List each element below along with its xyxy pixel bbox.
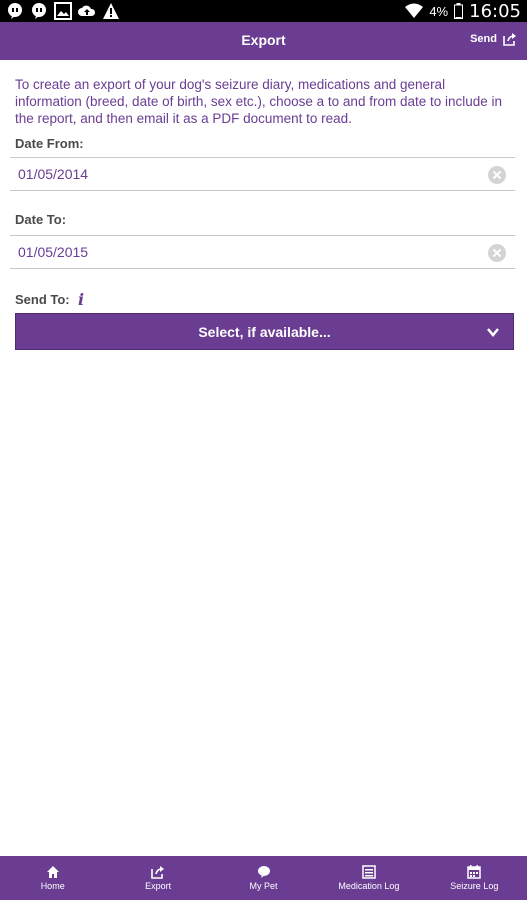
wifi-icon — [405, 3, 424, 18]
status-right: 4% 16:05 — [405, 0, 521, 22]
send-to-select[interactable]: Select, if available... — [15, 313, 514, 350]
nav-label: Export — [145, 881, 172, 891]
nav-label: My Pet — [249, 881, 278, 891]
nav-my-pet[interactable]: My Pet — [211, 856, 316, 900]
nav-label: Home — [40, 881, 65, 891]
nav-export[interactable]: Export — [105, 856, 210, 900]
export-icon — [151, 866, 165, 879]
nav-label: Medication Log — [338, 881, 400, 891]
status-bar: 4% 16:05 — [0, 0, 527, 22]
date-from-label: Date From: — [15, 136, 84, 151]
send-button[interactable]: Send — [470, 32, 517, 46]
chevron-down-icon — [487, 328, 499, 337]
cloud-upload-icon — [78, 5, 96, 16]
date-to-label: Date To: — [15, 212, 67, 227]
clock: 16:05 — [469, 0, 521, 22]
date-to-value[interactable]: 01/05/2015 — [18, 244, 88, 260]
send-to-select-label: Select, if available... — [198, 324, 331, 340]
battery-icon — [454, 3, 464, 19]
date-from-field[interactable]: 01/05/2014 — [10, 157, 515, 191]
pet-icon — [257, 866, 270, 878]
intro-text: To create an export of your dog's seizur… — [15, 77, 503, 126]
info-icon[interactable]: i — [78, 290, 84, 309]
bottom-nav: Home Export My Pet Medication Log Seizur… — [0, 856, 527, 900]
app-bar: Export Send — [0, 22, 527, 60]
nav-seizure-log[interactable]: Seizure Log — [422, 856, 527, 900]
send-label: Send — [470, 33, 497, 45]
nav-label: Seizure Log — [450, 881, 499, 891]
send-to-label: Send To: — [15, 292, 70, 307]
warning-icon — [103, 3, 119, 19]
list-icon — [362, 865, 376, 879]
date-to-field[interactable]: 01/05/2015 — [10, 235, 515, 269]
home-icon — [46, 866, 59, 878]
nav-home[interactable]: Home — [0, 856, 105, 900]
chat-bubble-icon — [32, 3, 46, 19]
nav-medication-log[interactable]: Medication Log — [316, 856, 421, 900]
page-title: Export — [241, 32, 286, 48]
date-from-value[interactable]: 01/05/2014 — [18, 166, 88, 182]
clear-date-from-icon[interactable] — [487, 165, 507, 185]
notification-icons — [6, 2, 120, 20]
image-icon — [54, 2, 72, 20]
chat-bubble-icon — [8, 3, 22, 19]
clear-date-to-icon[interactable] — [487, 243, 507, 263]
calendar-icon — [467, 865, 482, 879]
battery-percent: 4% — [429, 3, 449, 19]
share-icon — [503, 33, 516, 46]
